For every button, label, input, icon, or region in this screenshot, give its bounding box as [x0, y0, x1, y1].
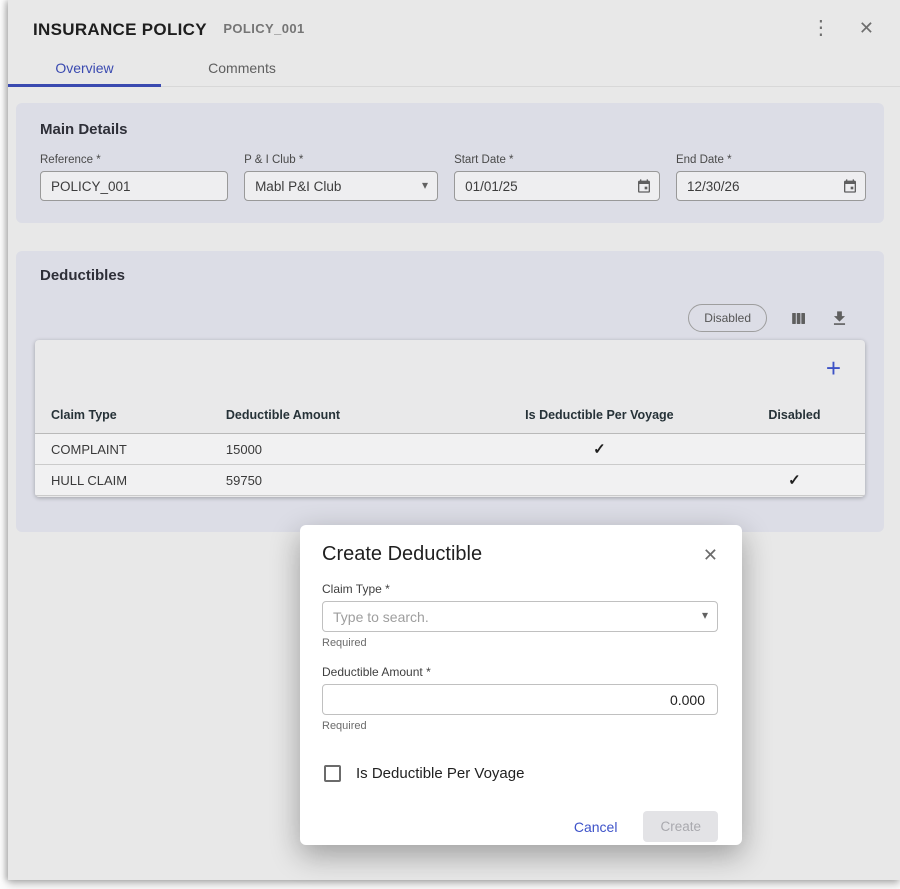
- dialog-header: INSURANCE POLICY POLICY_001 ⋮ ✕: [8, 0, 900, 42]
- cell-deductible-amount: 59750: [226, 473, 475, 488]
- tab-comments[interactable]: Comments: [161, 50, 323, 86]
- main-details-section: Main Details Reference * P & I Club * ▾: [16, 103, 884, 223]
- amount-input[interactable]: [322, 684, 718, 715]
- end-date-input[interactable]: [676, 171, 866, 201]
- amount-label: Deductible Amount *: [322, 665, 718, 679]
- end-date-label: End Date *: [676, 154, 866, 166]
- reference-input[interactable]: [40, 171, 228, 201]
- calendar-icon[interactable]: [636, 178, 652, 194]
- col-header-deductible-amount: Deductible Amount: [226, 408, 475, 422]
- club-select[interactable]: [244, 171, 438, 201]
- claim-type-search-input[interactable]: [322, 601, 718, 632]
- cell-deductible-amount: 15000: [226, 442, 475, 457]
- columns-icon[interactable]: [789, 309, 808, 328]
- check-icon: ✓: [724, 471, 865, 489]
- claim-type-label: Claim Type *: [322, 582, 718, 596]
- table-row[interactable]: HULL CLAIM 59750 ✓: [35, 465, 865, 496]
- create-button[interactable]: Create: [643, 811, 718, 842]
- per-voyage-checkbox-label: Is Deductible Per Voyage: [356, 765, 524, 782]
- tab-overview[interactable]: Overview: [8, 50, 161, 86]
- col-header-per-voyage: Is Deductible Per Voyage: [475, 408, 724, 422]
- club-label: P & I Club *: [244, 154, 438, 166]
- create-deductible-modal: Create Deductible ✕ Claim Type * ▾ Requi…: [300, 525, 742, 845]
- close-icon[interactable]: ✕: [859, 19, 874, 37]
- download-icon[interactable]: [830, 309, 849, 328]
- main-details-title: Main Details: [40, 121, 866, 138]
- col-header-claim-type: Claim Type: [35, 408, 226, 422]
- active-tab-indicator: [8, 84, 161, 87]
- deductibles-title: Deductibles: [16, 267, 884, 284]
- cell-claim-type: COMPLAINT: [35, 442, 226, 457]
- claim-type-required-hint: Required: [322, 637, 718, 649]
- kebab-menu-icon[interactable]: ⋮: [807, 16, 835, 40]
- deductibles-table: + Claim Type Deductible Amount Is Deduct…: [35, 340, 865, 497]
- table-header-row: Claim Type Deductible Amount Is Deductib…: [35, 396, 865, 434]
- calendar-icon[interactable]: [842, 178, 858, 194]
- disabled-filter-chip[interactable]: Disabled: [688, 304, 767, 332]
- start-date-label: Start Date *: [454, 154, 660, 166]
- modal-title: Create Deductible: [322, 543, 482, 566]
- policy-reference-subtitle: POLICY_001: [223, 21, 304, 36]
- add-deductible-icon[interactable]: +: [826, 355, 841, 381]
- amount-required-hint: Required: [322, 720, 718, 732]
- checkbox-unchecked-icon[interactable]: [324, 765, 341, 782]
- check-icon: ✓: [475, 440, 724, 458]
- col-header-disabled: Disabled: [724, 408, 865, 422]
- reference-label: Reference *: [40, 154, 228, 166]
- cell-claim-type: HULL CLAIM: [35, 473, 226, 488]
- deductibles-toolbar: Disabled: [16, 284, 884, 340]
- page-title: INSURANCE POLICY: [33, 20, 207, 40]
- table-row[interactable]: COMPLAINT 15000 ✓: [35, 434, 865, 465]
- deductibles-section: Deductibles Disabled + Claim Type Deduct…: [16, 251, 884, 532]
- close-icon[interactable]: ✕: [703, 546, 718, 564]
- cancel-button[interactable]: Cancel: [570, 813, 622, 841]
- per-voyage-checkbox-row[interactable]: Is Deductible Per Voyage: [324, 765, 718, 782]
- start-date-input[interactable]: [454, 171, 660, 201]
- tab-bar: Overview Comments: [8, 50, 900, 87]
